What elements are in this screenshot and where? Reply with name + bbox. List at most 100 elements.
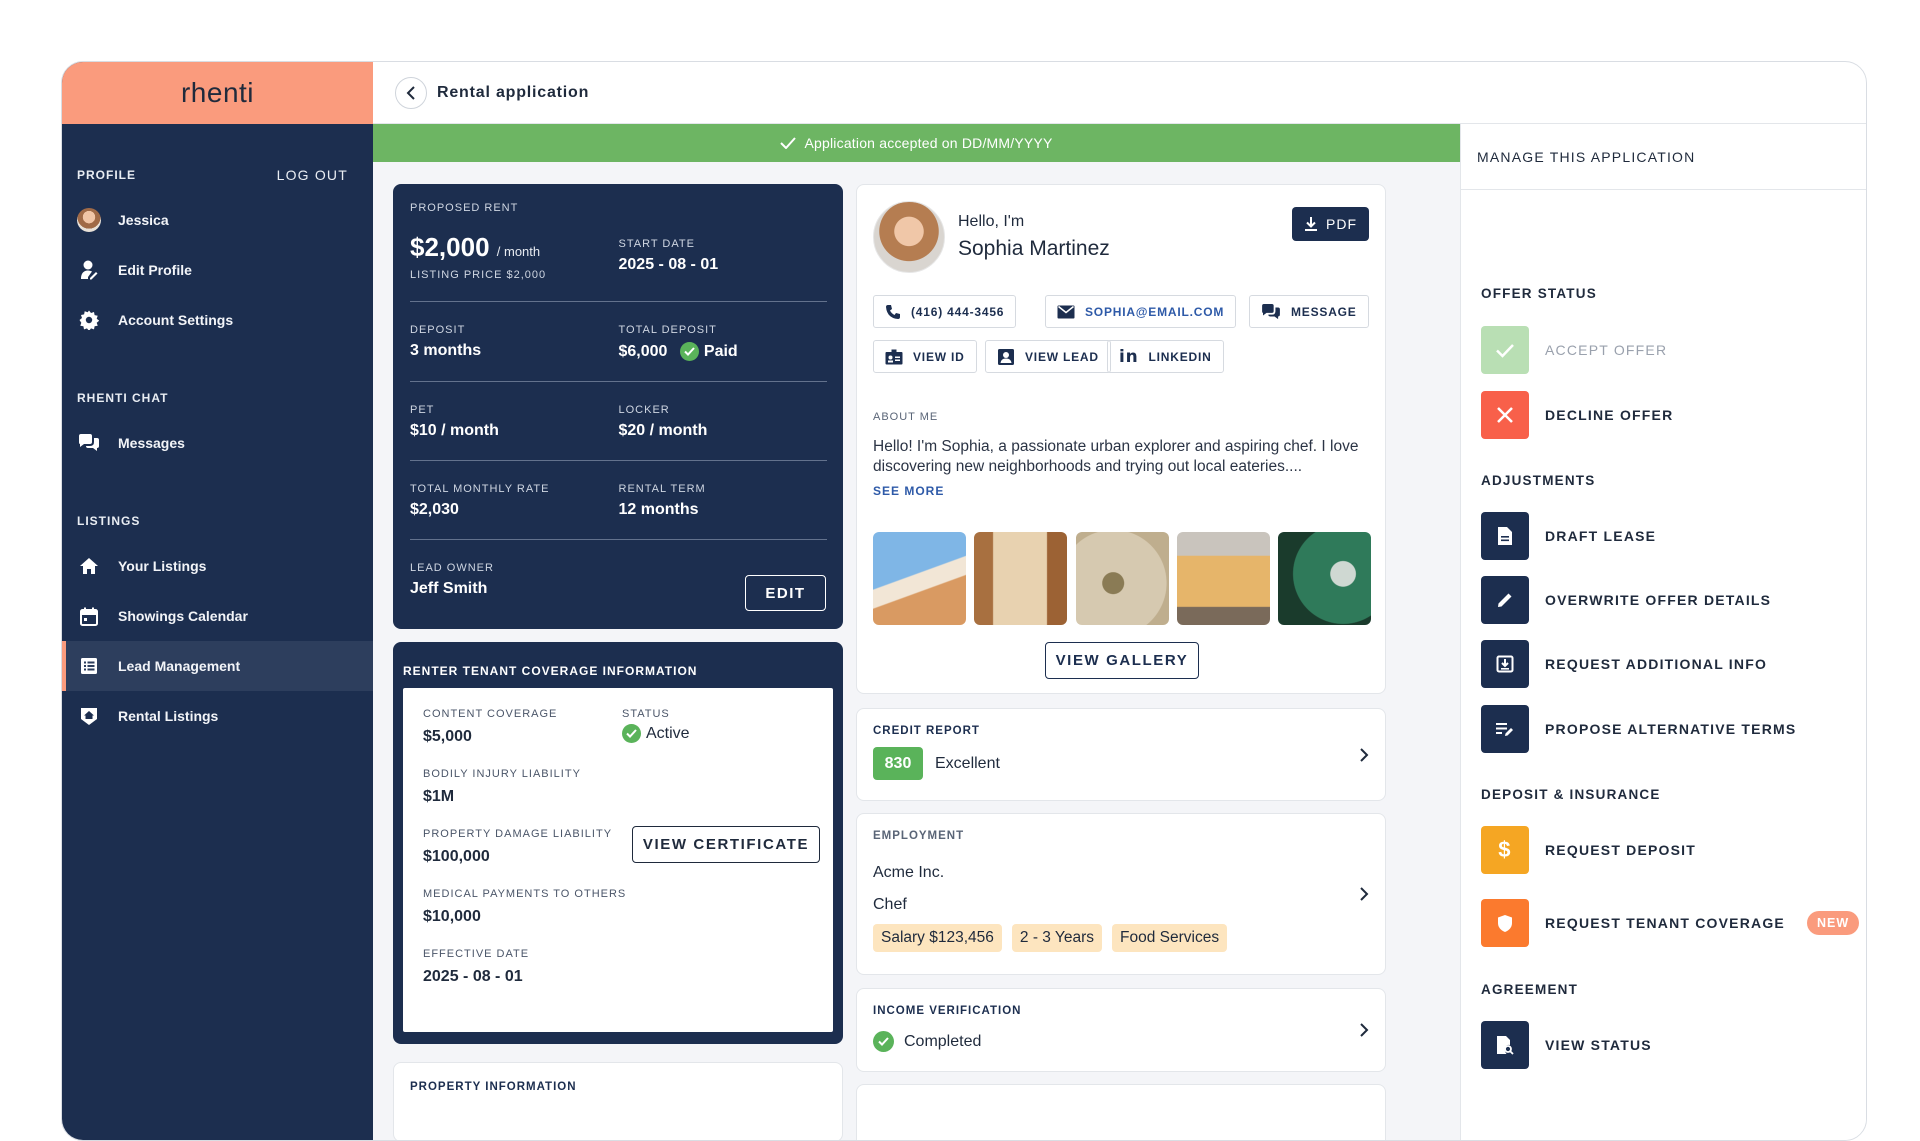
logo-bar: rhenti xyxy=(62,62,373,124)
pet-value: $10 / month xyxy=(410,422,499,439)
sidebar-item-lead-management[interactable]: Lead Management xyxy=(62,641,373,691)
sidebar-user-name: Jessica xyxy=(118,212,169,228)
sidebar-item-your-listings[interactable]: Your Listings xyxy=(62,541,373,591)
sidebar-item-showings-calendar[interactable]: Showings Calendar xyxy=(62,591,373,641)
coverage-heading: RENTER TENANT COVERAGE INFORMATION xyxy=(403,664,698,678)
applicant-profile-card: Hello, I'm Sophia Martinez PDF (416) 444… xyxy=(856,184,1386,694)
salary-tag: Salary $123,456 xyxy=(873,924,1002,952)
view-status-button[interactable]: VIEW STATUS xyxy=(1481,1021,1652,1069)
phone-chip[interactable]: (416) 444-3456 xyxy=(873,295,1017,328)
sidebar-item-user[interactable]: Jessica xyxy=(62,195,373,245)
gallery-thumbnail[interactable] xyxy=(974,532,1067,625)
gear-icon xyxy=(77,308,101,332)
view-status-label: VIEW STATUS xyxy=(1545,1037,1652,1053)
industry-tag: Food Services xyxy=(1112,924,1228,952)
sidebar-item-account-settings[interactable]: Account Settings xyxy=(62,295,373,345)
new-badge: NEW xyxy=(1806,911,1860,935)
see-more-link[interactable]: SEE MORE xyxy=(873,484,944,498)
paid-label: Paid xyxy=(703,342,738,360)
decline-offer-button[interactable]: DECLINE OFFER xyxy=(1481,391,1673,439)
main-content: PROPOSED RENT $2,000 / month LISTING PRI… xyxy=(373,162,1460,1140)
manage-application-panel: MANAGE THIS APPLICATION OFFER STATUS ACC… xyxy=(1460,124,1866,1140)
content-coverage-value: $5,000 xyxy=(423,728,472,745)
chat-bubbles-icon xyxy=(1261,303,1281,320)
deposit-value: 3 months xyxy=(410,342,482,359)
contact-card-icon xyxy=(997,348,1015,366)
list-icon xyxy=(77,654,101,678)
request-coverage-button[interactable]: REQUEST TENANT COVERAGE NEW xyxy=(1481,899,1860,947)
income-verification-card[interactable]: INCOME VERIFICATION Completed xyxy=(856,988,1386,1072)
listing-price: LISTING PRICE $2,000 xyxy=(410,269,547,281)
decline-offer-label: DECLINE OFFER xyxy=(1545,407,1674,423)
profile-heading-label: PROFILE xyxy=(77,168,137,182)
check-circle-icon xyxy=(622,724,641,743)
check-circle-icon xyxy=(679,342,699,361)
about-me-text: Hello! I'm Sophia, a passionate urban ex… xyxy=(873,438,1359,475)
gallery-thumbnail[interactable] xyxy=(1076,532,1169,625)
shield-icon xyxy=(1481,899,1529,947)
email-chip[interactable]: SOPHIA@EMAIL.COM xyxy=(1045,295,1237,328)
sidebar-item-rental-listings[interactable]: Rental Listings xyxy=(62,691,373,741)
pet-label: PET xyxy=(410,404,435,416)
effective-date-value: 2025 - 08 - 01 xyxy=(423,968,523,985)
monthly-rate-value: $2,030 xyxy=(410,501,459,518)
view-certificate-button[interactable]: VIEW CERTIFICATE xyxy=(632,826,820,863)
credit-report-label: CREDIT REPORT xyxy=(873,725,980,737)
gallery-thumbnail[interactable] xyxy=(1177,532,1270,625)
proposed-rent-label: PROPOSED RENT xyxy=(410,202,519,214)
propose-terms-label: PROPOSE ALTERNATIVE TERMS xyxy=(1545,721,1797,737)
rental-term-value: 12 months xyxy=(618,501,699,518)
edit-rent-button[interactable]: EDIT xyxy=(745,575,826,611)
additional-card[interactable] xyxy=(856,1084,1386,1140)
draft-lease-button[interactable]: DRAFT LEASE xyxy=(1481,512,1656,560)
id-badge-icon xyxy=(885,349,903,365)
linkedin-label: LINKEDIN xyxy=(1148,349,1212,364)
gallery-thumbnail[interactable] xyxy=(1278,532,1371,625)
effective-date-label: EFFECTIVE DATE xyxy=(423,948,530,960)
view-lead-label: VIEW LEAD xyxy=(1025,349,1099,364)
rhenti-logo[interactable]: rhenti xyxy=(181,77,254,109)
chevron-right-icon xyxy=(1360,887,1369,901)
locker-label: LOCKER xyxy=(618,404,670,416)
linkedin-icon: in xyxy=(1119,346,1139,367)
credit-rating: Excellent xyxy=(935,754,1000,772)
proposed-rent-card: PROPOSED RENT $2,000 / month LISTING PRI… xyxy=(393,184,843,629)
calendar-icon xyxy=(77,604,101,628)
view-gallery-button[interactable]: VIEW GALLERY xyxy=(1045,642,1199,679)
top-bar: Rental application xyxy=(373,62,1866,124)
credit-report-card[interactable]: CREDIT REPORT 830 Excellent xyxy=(856,708,1386,801)
logout-button[interactable]: LOG OUT xyxy=(277,167,348,183)
email-address: SOPHIA@EMAIL.COM xyxy=(1085,304,1225,319)
monthly-rate-label: TOTAL MONTHLY RATE xyxy=(410,483,550,495)
inbox-download-icon xyxy=(1481,640,1529,688)
sidebar-item-label: Account Settings xyxy=(118,312,234,328)
pdf-label: PDF xyxy=(1326,216,1357,232)
request-info-button[interactable]: REQUEST ADDITIONAL INFO xyxy=(1481,640,1767,688)
accept-offer-button[interactable]: ACCEPT OFFER xyxy=(1481,326,1667,374)
rent-per: / month xyxy=(496,244,541,259)
chat-bubbles-icon xyxy=(77,431,101,455)
back-button[interactable] xyxy=(395,76,427,109)
property-information-card[interactable]: PROPERTY INFORMATION xyxy=(393,1062,843,1140)
view-lead-chip[interactable]: VIEW LEAD xyxy=(985,340,1111,373)
check-icon xyxy=(780,137,797,149)
banner-text: Application accepted on DD/MM/YYYY xyxy=(804,135,1053,151)
pdf-download-button[interactable]: PDF xyxy=(1292,207,1369,241)
propose-terms-button[interactable]: PROPOSE ALTERNATIVE TERMS xyxy=(1481,705,1796,753)
view-id-chip[interactable]: VIEW ID xyxy=(873,340,977,373)
overwrite-offer-button[interactable]: OVERWRITE OFFER DETAILS xyxy=(1481,576,1771,624)
linkedin-chip[interactable]: in LINKEDIN xyxy=(1107,340,1224,373)
gallery-thumbnail[interactable] xyxy=(873,532,966,625)
request-deposit-button[interactable]: $ REQUEST DEPOSIT xyxy=(1481,826,1696,874)
start-date-value: 2025 - 08 - 01 xyxy=(618,256,719,273)
rent-amount: $2,000 / month xyxy=(410,232,619,263)
app-frame: rhenti PROFILE LOG OUT Jessica Edit Prof… xyxy=(61,61,1867,1141)
employment-label: EMPLOYMENT xyxy=(873,830,965,842)
message-chip[interactable]: MESSAGE xyxy=(1249,295,1369,328)
sidebar-item-edit-profile[interactable]: Edit Profile xyxy=(62,245,373,295)
profile-heading: PROFILE LOG OUT xyxy=(77,155,358,195)
lead-owner-label: LEAD OWNER xyxy=(410,562,494,574)
adjustments-heading: ADJUSTMENTS xyxy=(1481,473,1596,488)
employment-card[interactable]: EMPLOYMENT Acme Inc. Chef Salary $123,45… xyxy=(856,813,1386,975)
sidebar-item-messages[interactable]: Messages xyxy=(62,418,373,468)
